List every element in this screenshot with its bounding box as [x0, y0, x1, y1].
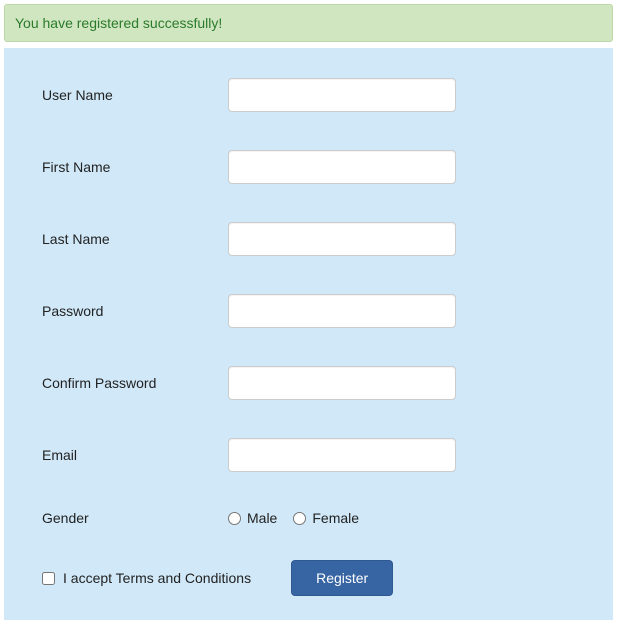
email-label: Email: [42, 447, 228, 463]
register-button[interactable]: Register: [291, 560, 393, 596]
registration-form: User Name First Name Last Name Password …: [4, 48, 613, 620]
password-label: Password: [42, 303, 228, 319]
firstname-row: First Name: [42, 150, 575, 184]
gender-male-label: Male: [247, 510, 277, 526]
confirm-password-input[interactable]: [228, 366, 456, 400]
username-input[interactable]: [228, 78, 456, 112]
lastname-row: Last Name: [42, 222, 575, 256]
gender-label: Gender: [42, 510, 228, 526]
confirm-password-row: Confirm Password: [42, 366, 575, 400]
firstname-input[interactable]: [228, 150, 456, 184]
username-row: User Name: [42, 78, 575, 112]
email-input[interactable]: [228, 438, 456, 472]
bottom-row: I accept Terms and Conditions Register: [42, 560, 575, 596]
lastname-label: Last Name: [42, 231, 228, 247]
password-row: Password: [42, 294, 575, 328]
email-row: Email: [42, 438, 575, 472]
firstname-label: First Name: [42, 159, 228, 175]
gender-row: Gender Male Female: [42, 510, 575, 526]
terms-group: I accept Terms and Conditions: [42, 570, 251, 586]
gender-male-radio[interactable]: [228, 512, 241, 525]
confirm-password-label: Confirm Password: [42, 375, 228, 391]
gender-female-label: Female: [312, 510, 359, 526]
lastname-input[interactable]: [228, 222, 456, 256]
gender-radio-group: Male Female: [228, 510, 369, 526]
terms-label: I accept Terms and Conditions: [63, 570, 251, 586]
gender-female-radio[interactable]: [293, 512, 306, 525]
register-button-label: Register: [316, 570, 368, 586]
success-alert: You have registered successfully!: [4, 4, 613, 42]
gender-female-item: Female: [293, 510, 359, 526]
password-input[interactable]: [228, 294, 456, 328]
username-label: User Name: [42, 87, 228, 103]
gender-male-item: Male: [228, 510, 277, 526]
terms-checkbox[interactable]: [42, 572, 55, 585]
success-alert-text: You have registered successfully!: [15, 15, 222, 31]
